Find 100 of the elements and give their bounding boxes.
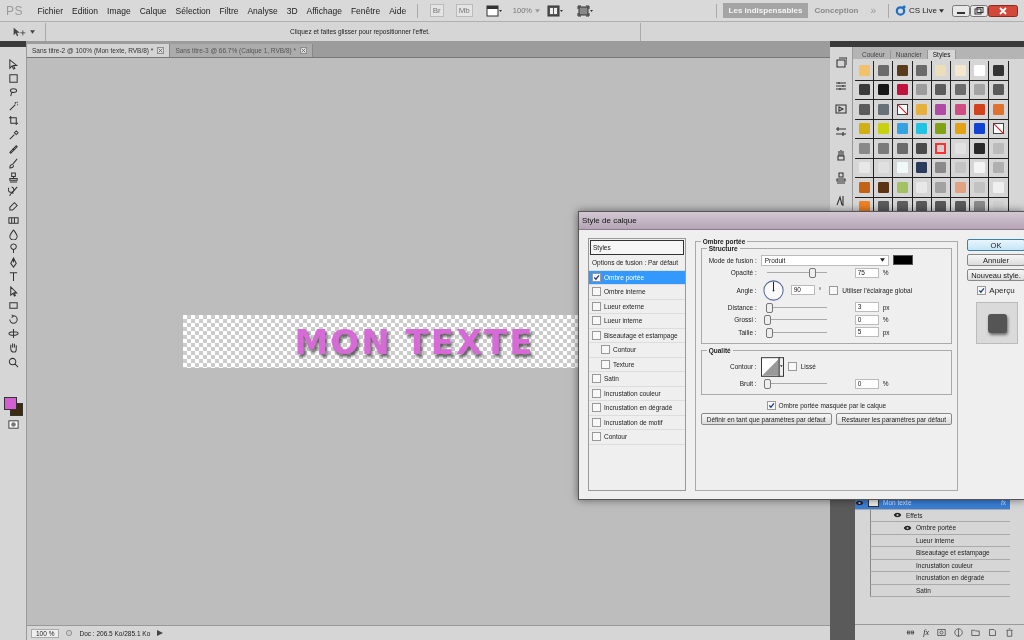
style-swatch[interactable] bbox=[992, 103, 1004, 115]
style-swatch[interactable] bbox=[973, 201, 985, 213]
style-swatch[interactable] bbox=[896, 123, 908, 135]
clone-source-icon[interactable] bbox=[835, 172, 847, 184]
eyedropper-icon[interactable] bbox=[7, 129, 19, 141]
style-swatch[interactable] bbox=[877, 201, 889, 213]
eraser-icon[interactable] bbox=[7, 200, 19, 212]
menu-item[interactable]: Sélection bbox=[171, 5, 216, 16]
style-swatch[interactable] bbox=[992, 142, 1004, 154]
menu-item[interactable]: Fenêtre bbox=[346, 5, 385, 16]
menu-item[interactable]: Calque bbox=[135, 5, 172, 16]
style-swatch[interactable] bbox=[935, 181, 947, 193]
dodge-icon[interactable] bbox=[7, 243, 19, 255]
brush-icon[interactable] bbox=[7, 157, 19, 169]
minimize-icon[interactable] bbox=[952, 4, 970, 17]
eye-icon[interactable] bbox=[903, 524, 912, 531]
move-icon[interactable] bbox=[7, 58, 19, 70]
style-swatch[interactable] bbox=[858, 142, 870, 154]
checkbox[interactable] bbox=[766, 401, 776, 410]
style-swatch[interactable] bbox=[992, 162, 1004, 174]
hand-icon[interactable] bbox=[7, 342, 19, 354]
checkbox[interactable] bbox=[592, 388, 601, 398]
style-swatch[interactable] bbox=[916, 201, 928, 213]
pen-icon[interactable] bbox=[7, 257, 19, 269]
checkbox[interactable] bbox=[592, 417, 601, 427]
style-swatch[interactable] bbox=[916, 162, 928, 174]
style-swatch[interactable] bbox=[877, 103, 889, 115]
slider-thumb[interactable] bbox=[765, 302, 773, 313]
type-tool-icon[interactable] bbox=[7, 271, 19, 283]
launcher-button[interactable]: Mb bbox=[455, 4, 473, 17]
new-page-icon[interactable] bbox=[988, 628, 997, 637]
style-swatch[interactable] bbox=[916, 103, 928, 115]
style-swatch[interactable] bbox=[896, 201, 908, 213]
screen-mode-icon[interactable] bbox=[577, 4, 593, 17]
launcher-button[interactable]: Br bbox=[429, 4, 444, 17]
menu-item[interactable]: Fichier bbox=[33, 5, 68, 16]
style-swatch[interactable] bbox=[935, 84, 947, 96]
marquee-icon[interactable] bbox=[7, 72, 19, 84]
lasso-icon[interactable] bbox=[7, 86, 19, 98]
style-swatch[interactable] bbox=[954, 123, 966, 135]
checkbox[interactable] bbox=[592, 330, 601, 340]
style-swatch[interactable] bbox=[935, 162, 947, 174]
menu-item[interactable]: 3D bbox=[282, 5, 303, 16]
slider-thumb[interactable] bbox=[763, 315, 771, 326]
orbit-icon[interactable] bbox=[7, 328, 19, 340]
style-swatch[interactable] bbox=[877, 123, 889, 135]
style-swatch[interactable] bbox=[973, 123, 985, 135]
checkbox[interactable] bbox=[601, 345, 610, 355]
effects-button[interactable]: fx bbox=[923, 628, 929, 637]
style-swatch[interactable] bbox=[896, 142, 908, 154]
foreground-color-swatch[interactable] bbox=[4, 397, 17, 411]
style-swatch[interactable] bbox=[858, 181, 870, 193]
color-swatch[interactable] bbox=[892, 255, 913, 266]
angle-dial[interactable] bbox=[762, 279, 784, 301]
checkbox[interactable] bbox=[601, 359, 610, 369]
brush-set-icon[interactable] bbox=[835, 149, 847, 161]
style-swatch[interactable] bbox=[992, 201, 1004, 213]
style-swatch[interactable] bbox=[935, 201, 947, 213]
style-swatch[interactable] bbox=[877, 84, 889, 96]
eye-icon[interactable] bbox=[855, 499, 864, 506]
style-swatch[interactable] bbox=[992, 64, 1004, 76]
style-swatch[interactable] bbox=[935, 142, 947, 154]
menu-item[interactable]: Affichage bbox=[302, 5, 347, 16]
slider-thumb[interactable] bbox=[765, 327, 773, 338]
wand-icon[interactable] bbox=[7, 101, 19, 113]
slider-thumb[interactable] bbox=[808, 268, 816, 279]
no-style-swatch[interactable] bbox=[992, 123, 1004, 135]
checkbox[interactable] bbox=[592, 301, 601, 311]
style-swatch[interactable] bbox=[992, 181, 1004, 193]
layout-icon[interactable] bbox=[485, 4, 502, 17]
style-swatch[interactable] bbox=[858, 201, 870, 213]
quick-mask-icon[interactable] bbox=[7, 418, 19, 430]
style-swatch[interactable] bbox=[896, 162, 908, 174]
drop-icon[interactable] bbox=[7, 228, 19, 240]
rectangle-icon[interactable] bbox=[7, 299, 19, 311]
checkbox[interactable] bbox=[592, 374, 601, 384]
style-swatch[interactable] bbox=[858, 123, 870, 135]
play-icon[interactable] bbox=[835, 103, 847, 115]
zoom-icon[interactable] bbox=[7, 356, 19, 368]
style-swatch[interactable] bbox=[973, 64, 985, 76]
close-icon[interactable] bbox=[988, 4, 1018, 17]
text-cursor-icon[interactable] bbox=[835, 195, 847, 207]
style-swatch[interactable] bbox=[973, 162, 985, 174]
style-swatch[interactable] bbox=[973, 142, 985, 154]
style-swatch[interactable] bbox=[877, 181, 889, 193]
style-swatch[interactable] bbox=[992, 84, 1004, 96]
style-swatch[interactable] bbox=[916, 142, 928, 154]
style-swatch[interactable] bbox=[973, 84, 985, 96]
folder-icon[interactable] bbox=[971, 628, 980, 637]
style-swatch[interactable] bbox=[896, 84, 908, 96]
restore-icon[interactable] bbox=[970, 4, 988, 17]
menu-item[interactable]: Analyse bbox=[242, 5, 283, 16]
arrange-icon[interactable] bbox=[547, 4, 563, 17]
style-swatch[interactable] bbox=[954, 84, 966, 96]
no-style-swatch[interactable] bbox=[896, 103, 908, 115]
rotate-icon[interactable] bbox=[7, 313, 19, 325]
style-swatch[interactable] bbox=[954, 201, 966, 213]
menu-item[interactable]: Edition bbox=[67, 5, 103, 16]
checkbox[interactable] bbox=[977, 286, 987, 295]
style-swatch[interactable] bbox=[858, 103, 870, 115]
